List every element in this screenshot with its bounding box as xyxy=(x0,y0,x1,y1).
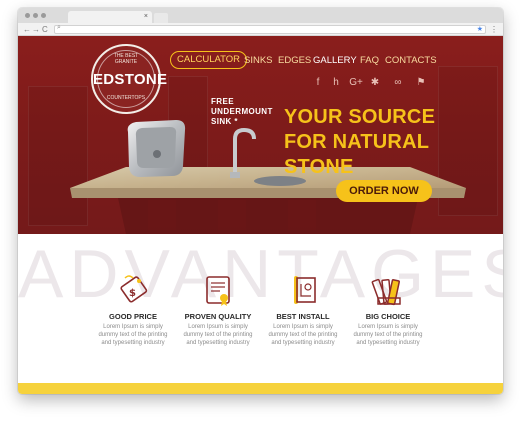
screenshot-stage: × ← → C ⌕ ★ ⋮ THE BEST GRANITE EDSTONE C… xyxy=(0,0,521,421)
nav-item-faq[interactable]: FAQ xyxy=(360,54,379,68)
nav-item-contacts[interactable]: CONTACTS xyxy=(385,54,437,68)
address-bar[interactable]: ⌕ ★ xyxy=(54,24,486,34)
nav-item-edges[interactable]: EDGES xyxy=(278,54,311,68)
order-now-button[interactable]: ORDER NOW xyxy=(336,180,432,202)
color-swatch-icon xyxy=(371,278,401,306)
houzz-icon[interactable]: h xyxy=(329,77,343,89)
advantage-big-choice: BIG CHOICE Lorem Ipsum is simply dummy t… xyxy=(338,272,438,347)
logo-tagline-top: THE BEST GRANITE xyxy=(113,53,139,65)
logo-tagline-bottom: COUNTERTOPS xyxy=(106,95,146,101)
browser-toolbar: ← → C ⌕ ★ ⋮ xyxy=(18,23,503,36)
cabinet-door xyxy=(218,200,246,230)
promo-line: UNDERMOUNT xyxy=(211,107,273,116)
browser-menu-icon[interactable]: ⋮ xyxy=(490,24,498,35)
foursquare-icon[interactable]: ⚑ xyxy=(414,77,428,89)
free-sink-promo: FREE UNDERMOUNT SINK * xyxy=(211,97,273,127)
yelp-icon[interactable]: ✱ xyxy=(368,77,382,89)
advantage-description: Lorem Ipsum is simply dummy text of the … xyxy=(338,323,438,347)
logo-wordmark: EDSTONE xyxy=(93,71,168,88)
nav-item-gallery[interactable]: GALLERY xyxy=(313,54,357,68)
headline-line: FOR NATURAL STONE xyxy=(284,131,429,178)
sink-product-image xyxy=(127,120,186,177)
advantage-title: BIG CHOICE xyxy=(365,312,411,321)
hero-section: THE BEST GRANITE EDSTONE COUNTERTOPS CAL… xyxy=(18,36,503,234)
price-tag-icon: $ xyxy=(120,275,148,303)
cabinet-door xyxy=(288,200,316,230)
facebook-icon[interactable]: f xyxy=(311,77,325,89)
promo-line: FREE xyxy=(211,97,234,106)
edstone-logo[interactable]: THE BEST GRANITE EDSTONE COUNTERTOPS xyxy=(91,44,168,114)
page-viewport: THE BEST GRANITE EDSTONE COUNTERTOPS CAL… xyxy=(18,36,503,394)
window-close-dot[interactable] xyxy=(25,13,30,18)
search-icon: ⌕ xyxy=(57,24,61,31)
window-maximize-dot[interactable] xyxy=(41,13,46,18)
nav-item-sinks[interactable]: SINKS xyxy=(244,54,273,68)
reload-icon[interactable]: C xyxy=(42,24,48,35)
nav-item-calculator[interactable]: CALCULATOR xyxy=(170,51,247,69)
promo-line: SINK * xyxy=(211,117,238,126)
browser-window: × ← → C ⌕ ★ ⋮ THE BEST GRANITE EDSTONE C… xyxy=(18,8,503,394)
advantage-text-line: dummy text of the printing xyxy=(353,332,423,338)
back-icon[interactable]: ← xyxy=(23,24,31,35)
forward-icon[interactable]: → xyxy=(32,24,40,35)
bookmark-star-icon[interactable]: ★ xyxy=(477,25,483,34)
advantage-text-line: and typesetting industry xyxy=(356,340,420,346)
browser-tab-bar: × xyxy=(18,8,503,23)
tripadvisor-icon[interactable]: ∞ xyxy=(391,77,405,89)
new-tab-button[interactable] xyxy=(154,13,168,23)
hero-headline: YOUR SOURCE FOR NATURAL STONE xyxy=(284,105,503,180)
cabinet-door xyxy=(148,200,176,230)
certificate-icon xyxy=(206,276,230,306)
svg-text:$: $ xyxy=(129,288,136,299)
advantage-text-line: Lorem Ipsum is simply xyxy=(358,324,418,330)
tab-close-icon[interactable]: × xyxy=(144,12,148,22)
faucet-base xyxy=(230,172,240,178)
window-minimize-dot[interactable] xyxy=(33,13,38,18)
headline-line: YOUR SOURCE xyxy=(284,106,436,128)
google-plus-icon[interactable]: G+ xyxy=(349,77,363,89)
footer-yellow-band xyxy=(18,383,503,394)
browser-tab[interactable]: × xyxy=(68,11,152,23)
advantages-section: ADVANTAGES $ GOOD PRICE Lorem Ipsum is s… xyxy=(18,234,503,394)
blueprint-icon xyxy=(294,276,316,304)
